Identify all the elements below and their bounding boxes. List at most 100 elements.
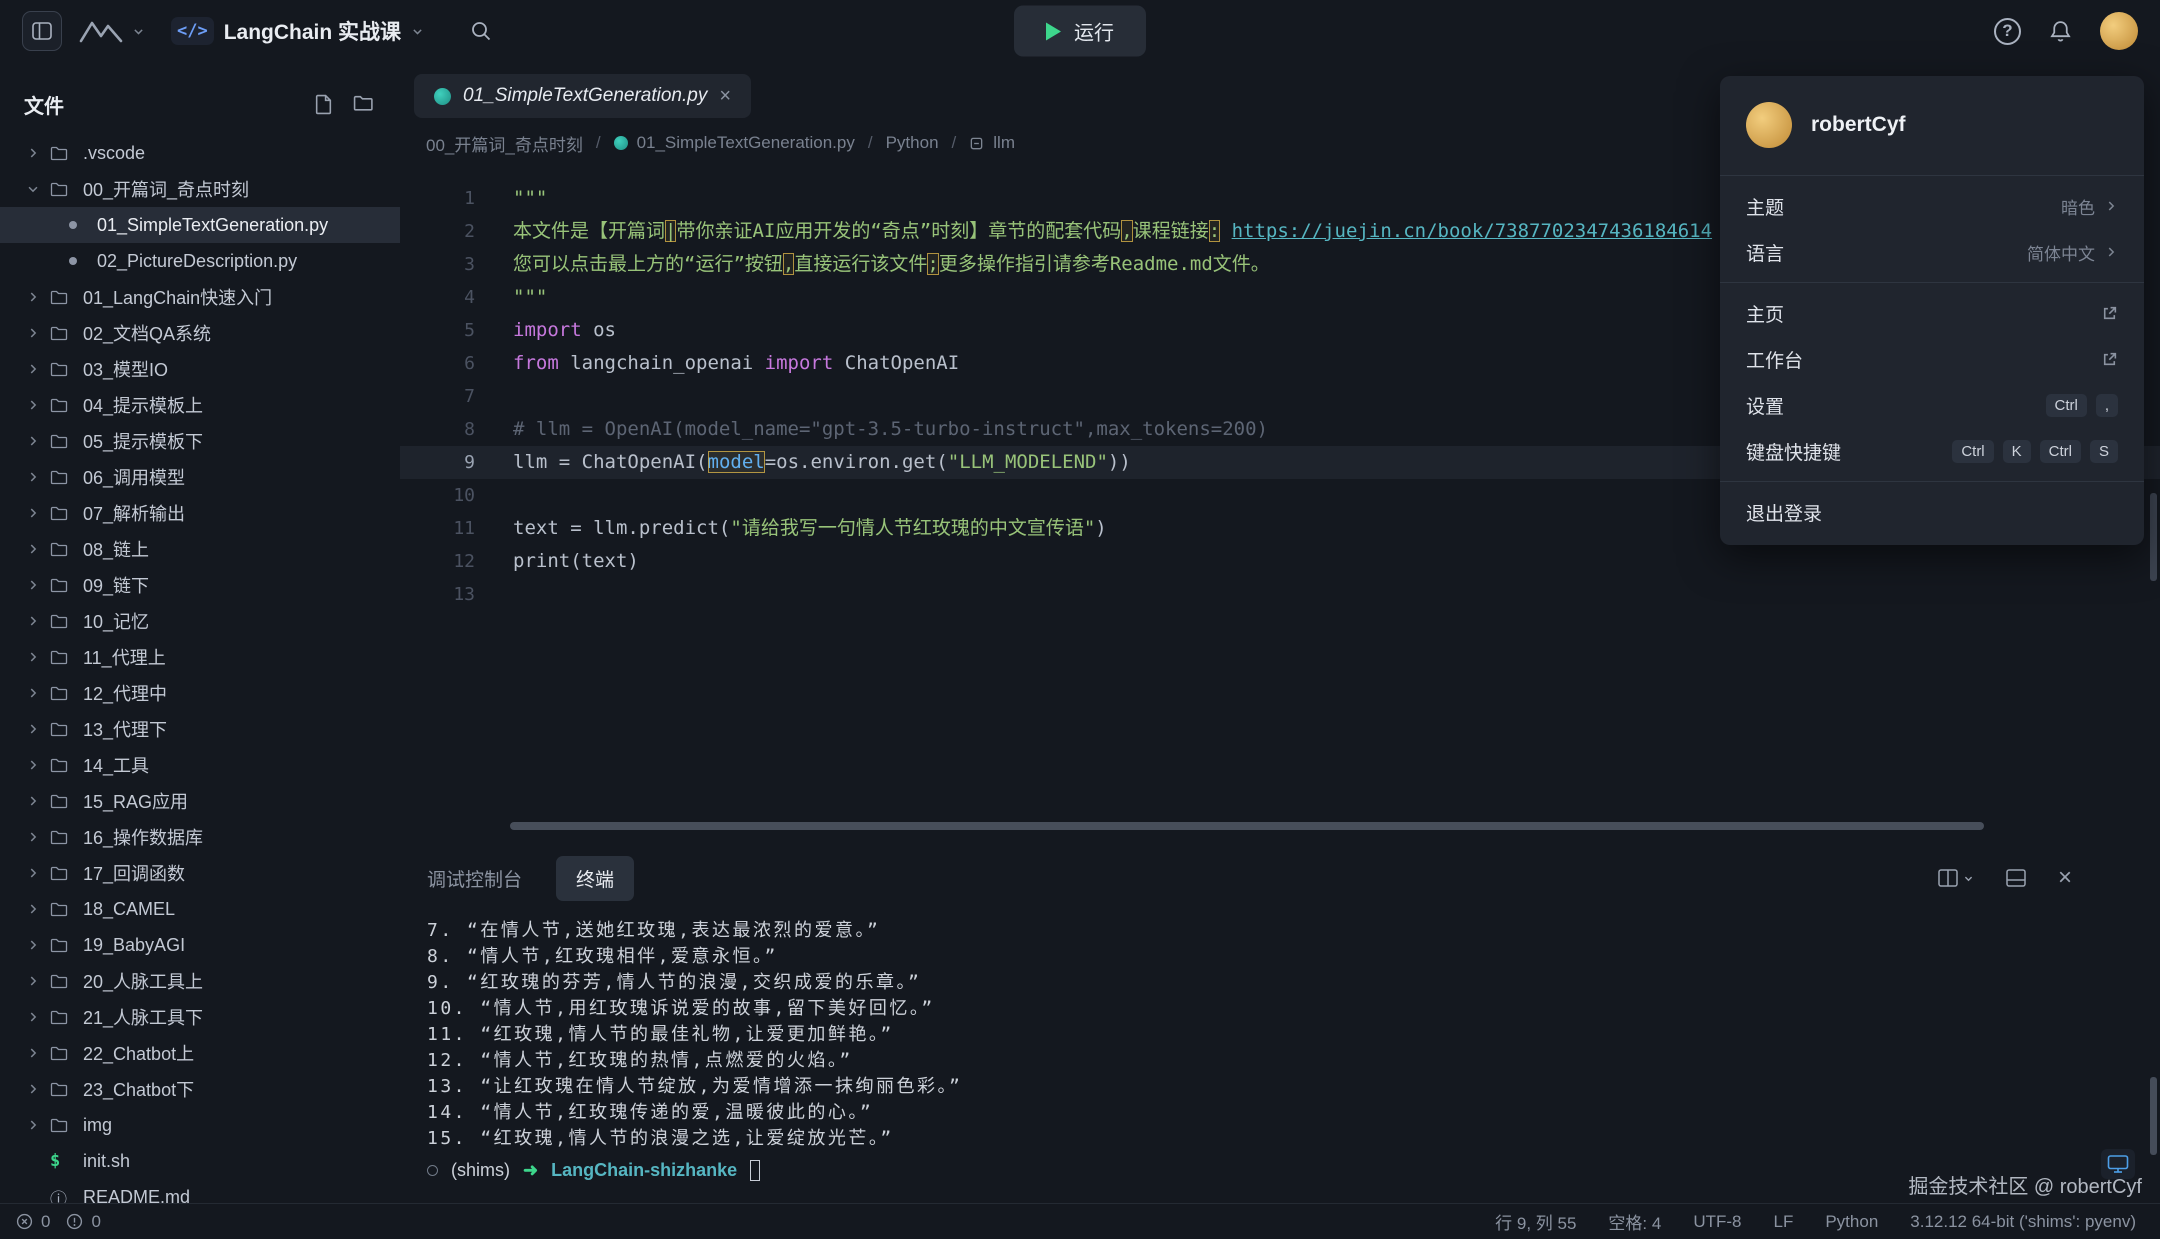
shell-file-icon: $: [50, 1151, 76, 1171]
project-code-icon: </>: [171, 17, 214, 45]
file-tree-item[interactable]: 00_开篇词_奇点时刻: [0, 171, 400, 207]
tab-terminal[interactable]: 终端: [556, 856, 634, 901]
file-tree-item[interactable]: 03_模型IO: [0, 351, 400, 387]
kbd-key: K: [2003, 440, 2031, 463]
tab-close-icon[interactable]: ×: [719, 86, 731, 106]
chevron-right-icon: [26, 902, 50, 916]
folder-icon: [50, 289, 76, 305]
encoding[interactable]: UTF-8: [1693, 1212, 1741, 1232]
prompt-arrow-icon: ➜: [523, 1160, 538, 1181]
file-tree-item[interactable]: 04_提示模板上: [0, 387, 400, 423]
file-tree-item[interactable]: 12_代理中: [0, 675, 400, 711]
tree-item-label: 16_操作数据库: [83, 824, 203, 850]
python-interpreter[interactable]: 3.12.12 64-bit ('shims': pyenv): [1910, 1212, 2136, 1232]
language-mode[interactable]: Python: [1825, 1212, 1878, 1232]
tree-item-label: .vscode: [83, 143, 145, 164]
file-tree-item[interactable]: 02_PictureDescription.py: [0, 243, 400, 279]
run-button[interactable]: 运行: [1014, 6, 1146, 57]
new-file-button[interactable]: [314, 94, 333, 115]
tree-item-label: 14_工具: [83, 752, 149, 778]
chevron-right-icon: [26, 542, 50, 556]
help-button[interactable]: ?: [1994, 18, 2021, 45]
tab-debug-console[interactable]: 调试控制台: [427, 865, 522, 892]
editor-vertical-scrollbar[interactable]: [2150, 493, 2157, 581]
problems-indicator[interactable]: 0 0: [16, 1212, 109, 1232]
file-tree-item[interactable]: 08_链上: [0, 531, 400, 567]
chevron-right-icon: [26, 866, 50, 880]
split-terminal-button[interactable]: [1938, 869, 1974, 887]
user-menu-item[interactable]: 键盘快捷键CtrlKCtrlS: [1720, 428, 2144, 474]
breadcrumb-item[interactable]: 01_SimpleTextGeneration.py: [614, 133, 855, 153]
file-tree-item[interactable]: $init.sh: [0, 1143, 400, 1179]
file-tree-item[interactable]: img: [0, 1107, 400, 1143]
user-menu-item[interactable]: 语言简体中文: [1720, 229, 2144, 275]
user-avatar[interactable]: [2100, 12, 2138, 50]
eol[interactable]: LF: [1774, 1212, 1794, 1232]
folder-icon: [50, 397, 76, 413]
close-panel-button[interactable]: ×: [2058, 866, 2072, 890]
file-tree-item[interactable]: 21_人脉工具下: [0, 999, 400, 1035]
file-tree-item[interactable]: 14_工具: [0, 747, 400, 783]
file-tree-item[interactable]: 01_SimpleTextGeneration.py: [0, 207, 400, 243]
user-menu-item[interactable]: 主题暗色: [1720, 183, 2144, 229]
chevron-right-icon: [26, 1118, 50, 1132]
file-tree-item[interactable]: 11_代理上: [0, 639, 400, 675]
user-menu-item[interactable]: 退出登录: [1720, 489, 2144, 535]
terminal-scrollbar[interactable]: [2150, 1077, 2157, 1155]
file-tree-item[interactable]: 06_调用模型: [0, 459, 400, 495]
file-tree-item[interactable]: 09_链下: [0, 567, 400, 603]
kbd-key: Ctrl: [2046, 394, 2087, 417]
split-icon: [1938, 869, 1958, 887]
file-tree-item[interactable]: 17_回调函数: [0, 855, 400, 891]
file-tree-item[interactable]: 01_LangChain快速入门: [0, 279, 400, 315]
terminal-prompt[interactable]: (shims) ➜ LangChain-shizhanke: [400, 1155, 2160, 1185]
file-tree-item[interactable]: .vscode: [0, 135, 400, 171]
file-tree-item[interactable]: 23_Chatbot下: [0, 1071, 400, 1107]
file-tree-item[interactable]: 07_解析输出: [0, 495, 400, 531]
user-menu-item[interactable]: 主页: [1720, 290, 2144, 336]
file-tree-item[interactable]: 02_文档QA系统: [0, 315, 400, 351]
chevron-down-icon: [132, 25, 145, 38]
app-logo-menu[interactable]: [78, 18, 145, 44]
terminal-cursor: [750, 1160, 760, 1181]
kbd-key: Ctrl: [2040, 440, 2081, 463]
breadcrumb-label: 00_开篇词_奇点时刻: [426, 131, 583, 156]
user-menu-item[interactable]: 设置Ctrl,: [1720, 382, 2144, 428]
python-file-icon: [434, 88, 451, 105]
file-tree-item[interactable]: 16_操作数据库: [0, 819, 400, 855]
watermark: 掘金技术社区 @ robertCyf: [1908, 1170, 2142, 1199]
indentation[interactable]: 空格: 4: [1608, 1209, 1661, 1234]
search-button[interactable]: [470, 20, 492, 42]
file-tree-item[interactable]: 10_记忆: [0, 603, 400, 639]
new-folder-button[interactable]: [353, 94, 374, 115]
notifications-button[interactable]: [2049, 19, 2072, 44]
breadcrumb-item[interactable]: Python: [886, 133, 939, 153]
breadcrumb-item[interactable]: llm: [969, 133, 1015, 153]
code-line[interactable]: 12print(text): [400, 545, 2160, 578]
tree-item-label: 22_Chatbot上: [83, 1040, 194, 1066]
bottom-panel: 调试控制台 终端 × 7. “在情人节,送她红玫瑰,表达最浓烈的爱意。”8. “…: [400, 850, 2160, 1203]
bell-icon: [2049, 19, 2072, 44]
chevron-down-icon: [411, 25, 424, 38]
file-tree-item[interactable]: 15_RAG应用: [0, 783, 400, 819]
horizontal-scrollbar[interactable]: [510, 822, 1984, 830]
code-line[interactable]: 13: [400, 578, 2160, 611]
sidebar-toggle-button[interactable]: [22, 11, 62, 51]
breadcrumb-item[interactable]: 00_开篇词_奇点时刻: [426, 131, 583, 156]
file-tree-item[interactable]: 13_代理下: [0, 711, 400, 747]
file-tree-item[interactable]: 19_BabyAGI: [0, 927, 400, 963]
file-tree-item[interactable]: 05_提示模板下: [0, 423, 400, 459]
chevron-right-icon: [26, 362, 50, 376]
project-switcher[interactable]: </> LangChain 实战课: [171, 16, 424, 46]
chevron-right-icon: [2104, 199, 2118, 213]
file-tree-item[interactable]: 22_Chatbot上: [0, 1035, 400, 1071]
user-menu-item[interactable]: 工作台: [1720, 336, 2144, 382]
file-tree-item[interactable]: ⓘREADME.md: [0, 1179, 400, 1203]
line-number: 11: [400, 512, 475, 545]
maximize-panel-button[interactable]: [2006, 869, 2026, 887]
chevron-right-icon: [26, 722, 50, 736]
cursor-position[interactable]: 行 9, 列 55: [1495, 1209, 1576, 1234]
editor-tab[interactable]: 01_SimpleTextGeneration.py ×: [414, 74, 751, 118]
file-tree-item[interactable]: 20_人脉工具上: [0, 963, 400, 999]
file-tree-item[interactable]: 18_CAMEL: [0, 891, 400, 927]
